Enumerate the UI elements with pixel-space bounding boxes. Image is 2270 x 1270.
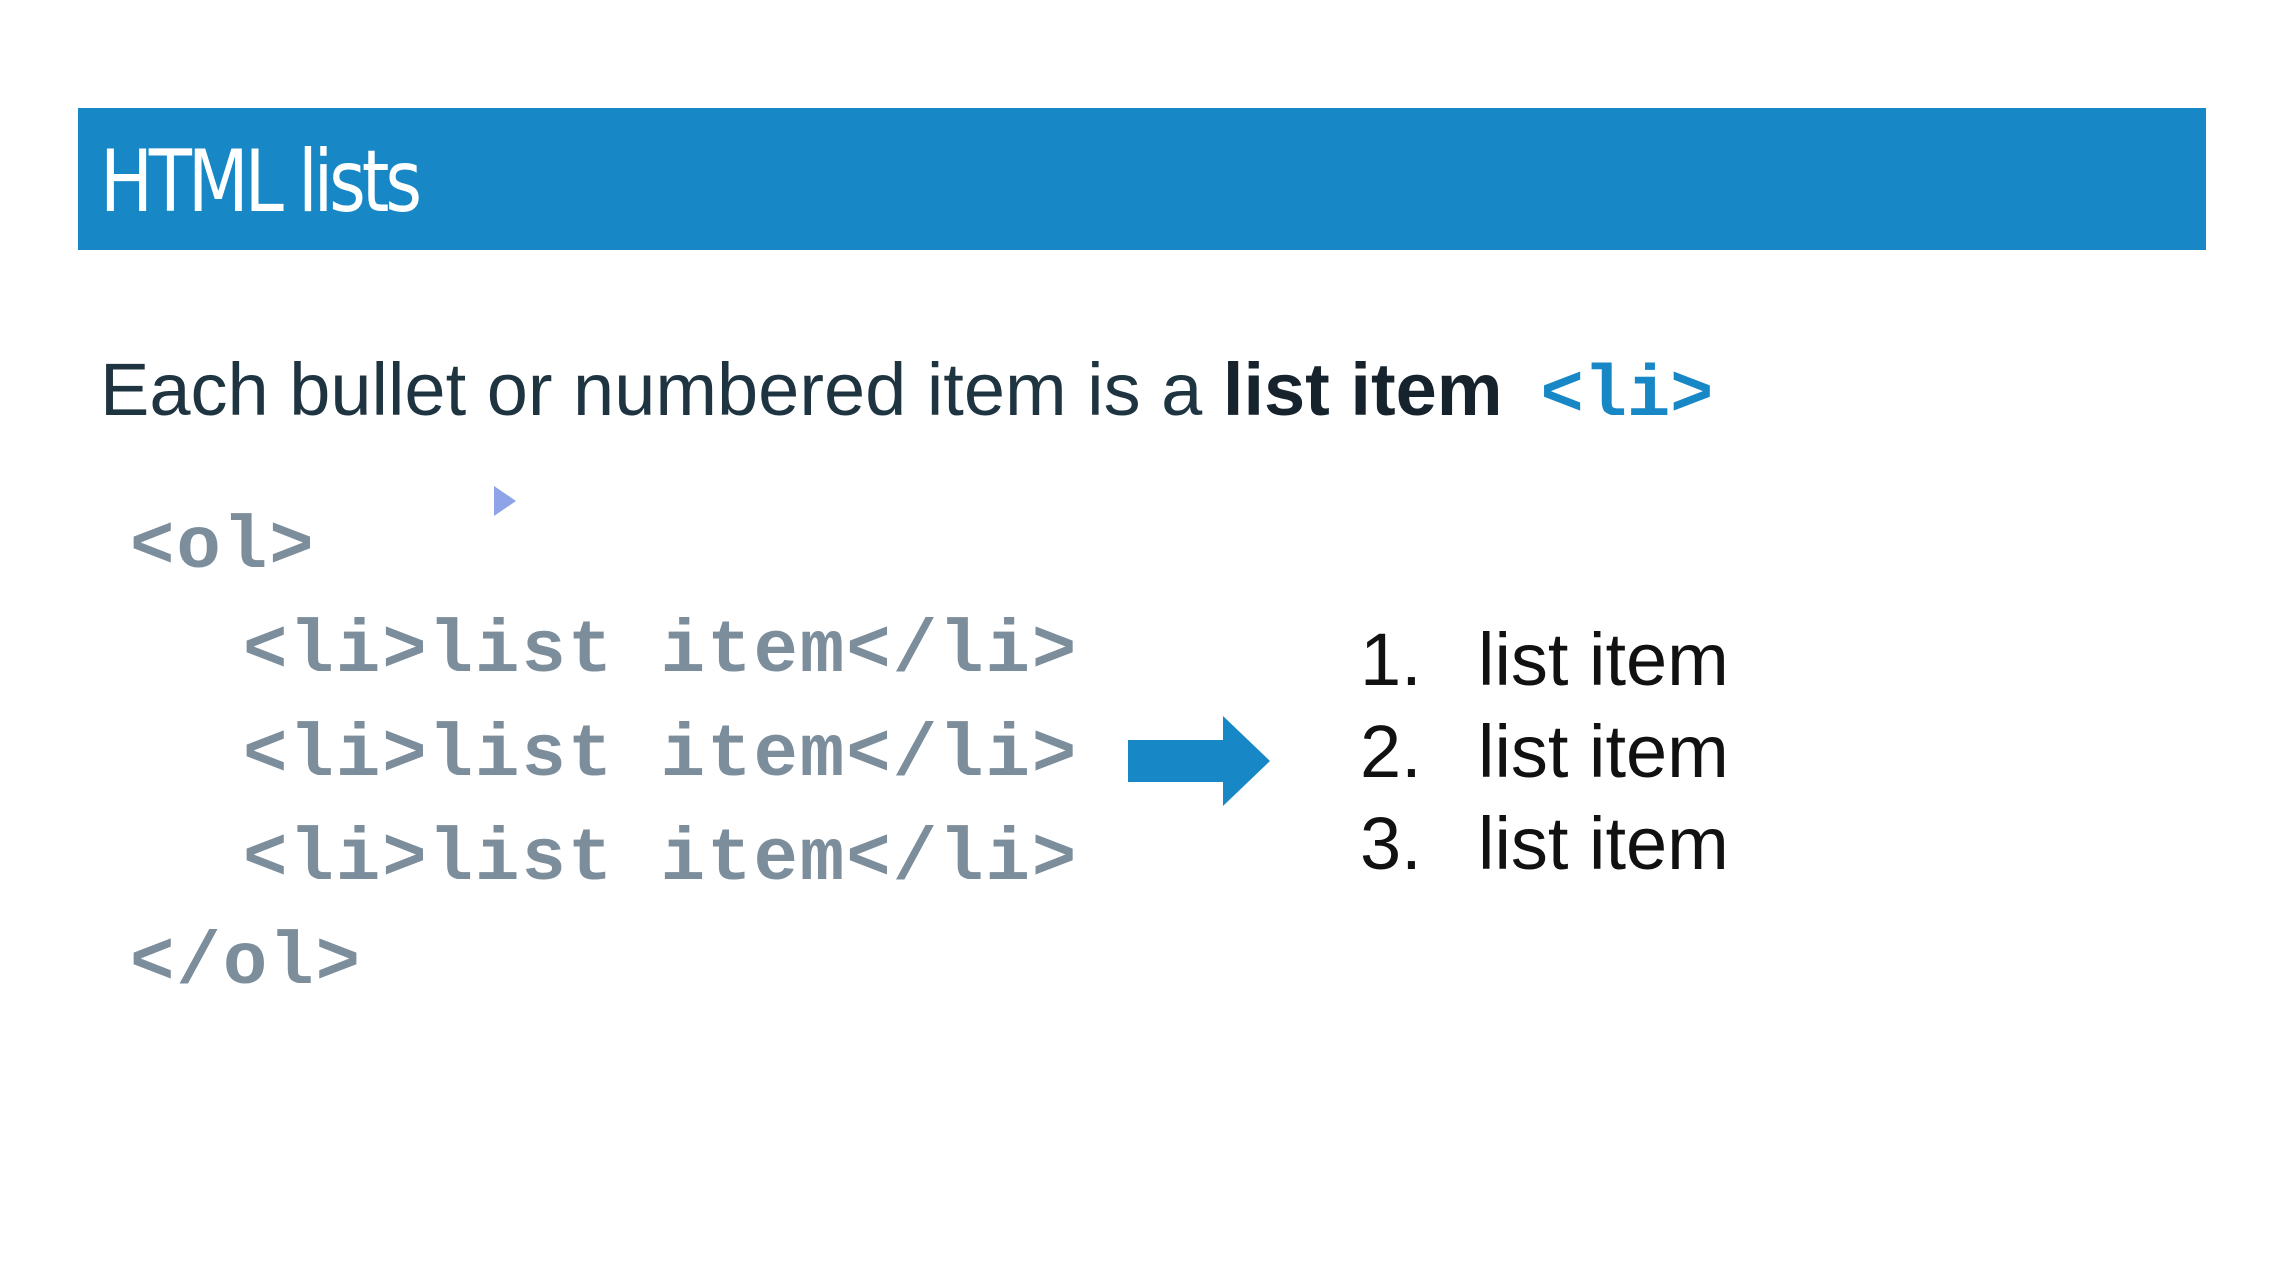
slide-title: HTML lists — [100, 132, 422, 232]
list-item-text: list item — [1478, 802, 1729, 885]
code-line-li: <li>list item</li> — [243, 714, 1079, 798]
code-line-li: <li>list item</li> — [243, 818, 1079, 902]
code-line-close-ol: </ol> — [130, 922, 363, 1006]
list-item: 2. list item — [1360, 706, 1729, 798]
right-arrow-icon — [1128, 716, 1270, 806]
title-bar: HTML lists — [78, 108, 2206, 250]
slide-subtitle: Each bullet or numbered item is a list i… — [100, 340, 1713, 440]
list-item: 1. list item — [1360, 614, 1729, 706]
list-item-text: list item — [1478, 618, 1729, 701]
subtitle-emphasis: list item — [1222, 348, 1503, 431]
list-item-number: 1. — [1360, 618, 1422, 701]
pointer-cursor-icon — [494, 486, 516, 516]
code-line-li: <li>list item</li> — [243, 610, 1079, 694]
list-item-text: list item — [1478, 710, 1729, 793]
list-item: 3. list item — [1360, 798, 1729, 890]
subtitle-text: Each bullet or numbered item is a — [100, 348, 1223, 431]
list-item-number: 2. — [1360, 710, 1422, 793]
code-line-open-ol: <ol> — [130, 506, 316, 590]
list-item-number: 3. — [1360, 802, 1422, 885]
subtitle-code-tag: <li> — [1540, 355, 1714, 437]
